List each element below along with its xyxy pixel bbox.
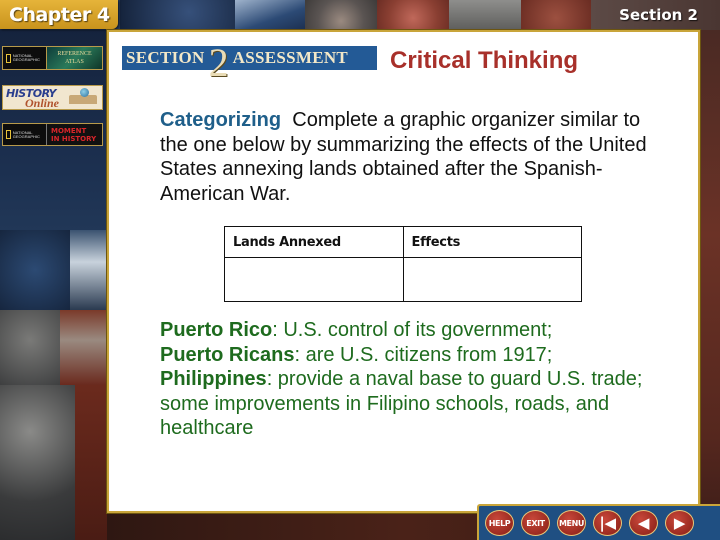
navigation-bar: HELP EXIT MENU |◀ ◀ ▶ [477,504,720,540]
banner-word-section: SECTION [126,48,205,67]
section-assessment-banner: SECTION 2 ASSESSMENT [122,43,377,83]
history-online-button[interactable]: HISTORY Online [2,85,103,110]
reference-atlas-logo: REFERENCE ATLAS [46,47,102,69]
collage-photo [70,230,107,310]
column-header-lands-annexed: Lands Annexed [224,226,404,258]
moment-in-history-button[interactable]: NATIONAL GEOGRAPHIC MOMENT IN HISTORY [2,123,103,146]
collage-photo [521,0,591,30]
collage-photo [75,385,107,540]
collage-photo [700,30,720,540]
help-button-label: HELP [488,518,511,528]
national-geographic-logo: NATIONAL GEOGRAPHIC [3,124,46,145]
national-geographic-logo: NATIONAL GEOGRAPHIC [3,47,46,69]
national-geographic-frame-icon [6,130,11,139]
first-slide-icon: |◀ [599,514,616,532]
collage-photo [235,0,305,30]
answer-detail: : U.S. control of its government; [272,319,553,341]
exit-button[interactable]: EXIT [521,510,550,536]
collage-photo [0,230,70,310]
question-text: Categorizing Complete a graphic organize… [160,108,660,206]
answer-term: Puerto Ricans [160,343,295,366]
first-slide-button[interactable]: |◀ [593,510,622,536]
graphic-organizer-table: Lands Annexed Effects [224,226,582,302]
publisher-label: NATIONAL GEOGRAPHIC [12,129,40,139]
reference-atlas-line2: ATLAS [65,59,84,65]
skill-label: Categorizing [160,109,282,131]
menu-button-label: MENU [558,518,585,528]
answer-term: Puerto Rico [160,319,273,341]
table-cell [224,257,404,302]
national-geographic-frame-icon [6,53,11,63]
reference-atlas-button[interactable]: NATIONAL GEOGRAPHIC REFERENCE ATLAS [2,46,103,70]
banner-word-assessment: ASSESSMENT [232,48,349,67]
reference-atlas-line1: REFERENCE [57,51,92,57]
collage-photo [0,385,75,540]
section-label: Section 2 [619,6,698,24]
moment-line1: MOMENT [51,127,87,135]
table-row [224,257,582,302]
globe-icon [80,88,89,97]
collage-photo [0,310,60,385]
collage-photo [377,0,449,30]
collage-photo [449,0,521,30]
answer-term: Philippines [160,368,267,390]
table-cell [402,257,582,302]
exit-button-label: EXIT [526,518,545,528]
collage-photo [60,310,107,385]
answer-detail: : are U.S. citizens from 1917; [294,343,553,366]
page-title: Critical Thinking [390,47,579,74]
column-header-effects: Effects [402,226,582,258]
answer-text: Puerto Rico: U.S. control of its governm… [160,318,660,441]
previous-slide-button[interactable]: ◀ [629,510,658,536]
help-button[interactable]: HELP [485,510,514,536]
next-slide-button[interactable]: ▶ [665,510,694,536]
table-header-row: Lands Annexed Effects [224,226,582,258]
collage-photo [305,0,377,30]
arrow-right-icon: ▶ [673,514,686,532]
history-online-line2: Online [25,96,60,110]
chapter-tab: Chapter 4 [0,0,118,29]
moment-in-history-logo: MOMENT IN HISTORY [46,124,102,145]
arrow-left-icon: ◀ [637,514,650,532]
content-panel: SECTION 2 ASSESSMENT Critical Thinking C… [107,30,700,513]
menu-button[interactable]: MENU [557,510,586,536]
collage-photo [120,0,235,30]
moment-line2: IN HISTORY [51,135,97,143]
banner-section-number: 2 [208,40,229,85]
publisher-label: NATIONAL GEOGRAPHIC [12,53,40,62]
chapter-label: Chapter 4 [9,3,110,26]
